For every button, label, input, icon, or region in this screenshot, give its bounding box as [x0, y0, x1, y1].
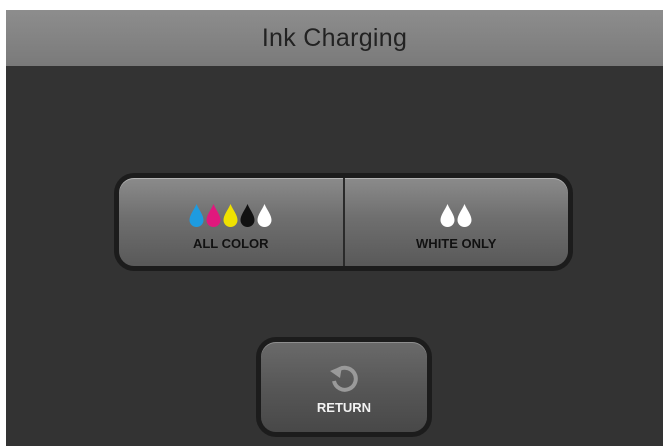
all-color-button[interactable]: ALL COLOR — [119, 178, 345, 266]
page-title: Ink Charging — [261, 23, 408, 52]
return-button-frame: RETURN — [256, 337, 432, 437]
ink-charging-screen: Ink Charging ALL COLOR WHITE ONLY RETURN — [6, 10, 663, 446]
ink-drop-icon — [457, 204, 472, 227]
ink-drop-icon — [223, 204, 238, 227]
return-button[interactable]: RETURN — [261, 342, 427, 432]
ink-drop-icon — [240, 204, 255, 227]
ink-drop-icon — [206, 204, 221, 227]
ink-drops-icon — [189, 202, 272, 228]
white-drops-icon — [440, 202, 472, 228]
ink-drop-icon — [189, 204, 204, 227]
white-only-button[interactable]: WHITE ONLY — [344, 178, 568, 266]
title-bar: Ink Charging — [6, 10, 663, 66]
all-color-label: ALL COLOR — [192, 236, 269, 251]
white-only-label: WHITE ONLY — [416, 236, 497, 251]
return-label: RETURN — [316, 400, 372, 415]
ink-drop-icon — [440, 204, 455, 227]
ink-drop-icon — [257, 204, 272, 227]
return-icon — [330, 365, 358, 392]
charge-mode-button-group: ALL COLOR WHITE ONLY — [114, 173, 573, 271]
